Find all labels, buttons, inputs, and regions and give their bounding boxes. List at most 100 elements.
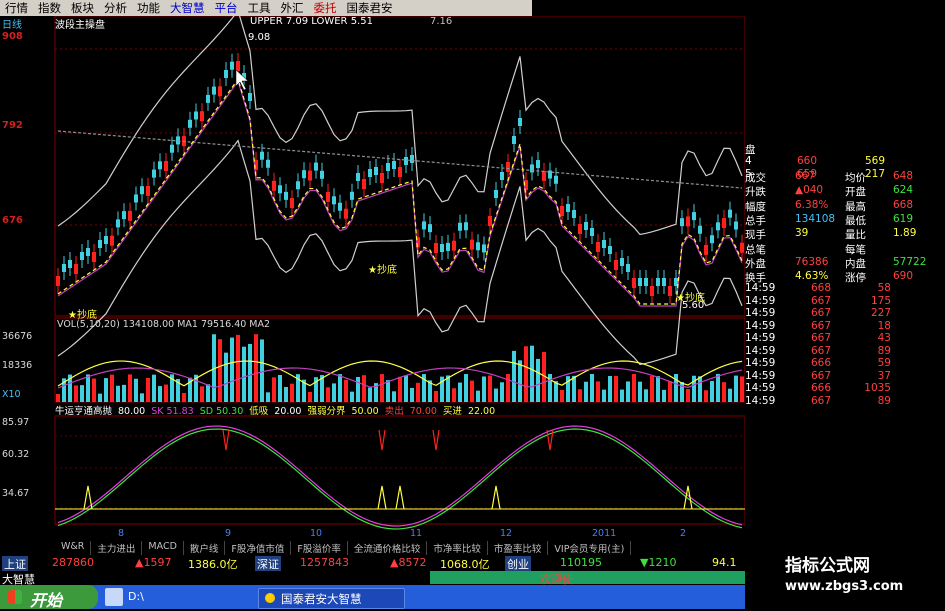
candle-body xyxy=(578,224,582,234)
buy-spike xyxy=(83,485,93,510)
sz-label[interactable]: 深证 xyxy=(255,556,281,572)
osc-sk xyxy=(57,425,743,527)
indicator-values: UPPER 7.09 LOWER 5.51 xyxy=(250,16,373,27)
menu-item-0[interactable]: 行情 xyxy=(0,0,33,16)
volume-bar xyxy=(530,345,534,402)
indicator-tab-7[interactable]: 市净率比较 xyxy=(427,541,488,555)
candle-body xyxy=(284,191,288,200)
menu-item-1[interactable]: 指数 xyxy=(33,0,66,16)
volume-bar xyxy=(218,339,222,402)
volume-bar xyxy=(284,387,288,402)
candle-body xyxy=(62,264,66,272)
sz-change: ▲8572 xyxy=(390,556,427,569)
volume-bar xyxy=(626,381,630,402)
stat-key-1: 幅度 xyxy=(745,200,766,213)
oscillator-header: 牛运亨通高抛 80.00 SK 51.83 SD 50.30 低吸 20.00 强弱分界 50… xyxy=(55,403,501,417)
candle-body xyxy=(734,221,738,230)
volume-bar xyxy=(590,374,594,402)
stat-key-1: 总笔 xyxy=(745,243,766,256)
menu-item-9[interactable]: 委托 xyxy=(309,0,342,16)
menu-item-8[interactable]: 外汇 xyxy=(276,0,309,16)
volume-bar xyxy=(224,352,228,402)
menu-item-5[interactable]: 大智慧 xyxy=(165,0,210,16)
candle-body xyxy=(398,167,402,177)
menu-item-10[interactable]: 国泰君安 xyxy=(342,0,398,16)
tick-time: 14:59 xyxy=(745,294,776,307)
tick-price: 666 xyxy=(811,357,832,369)
sh-label[interactable]: 上证 xyxy=(2,556,28,572)
stat-key-1: 外盘 xyxy=(745,257,766,270)
taskbar-path[interactable]: D:\ xyxy=(128,590,144,603)
volume-bar xyxy=(410,387,414,402)
volume-bar xyxy=(434,390,438,402)
tick-time: 14:59 xyxy=(745,282,776,294)
tick-time: 14:59 xyxy=(745,307,776,319)
volume-bar xyxy=(524,346,528,402)
period-label[interactable]: 日线 xyxy=(2,16,22,31)
kline-chart[interactable] xyxy=(0,9,746,541)
indicator-tab-4[interactable]: F股净值市值 xyxy=(225,541,292,555)
volume-bar xyxy=(710,380,714,402)
stat-val-1: 76386 xyxy=(795,255,829,268)
candle-body xyxy=(386,163,390,171)
candle-body xyxy=(482,244,486,253)
watermark-title: 指标公式网 xyxy=(785,556,870,576)
buy-spike xyxy=(395,485,405,510)
sell-spike xyxy=(378,429,386,451)
taskbar-window-button[interactable]: 国泰君安大智慧 xyxy=(258,588,405,609)
candle-body xyxy=(224,70,228,78)
candle-body xyxy=(332,196,336,205)
indicator-tab-9[interactable]: VIP会员专用(主) xyxy=(548,541,632,555)
cy-label[interactable]: 创业 xyxy=(505,556,531,572)
stat-key-2: 最高 xyxy=(845,200,866,213)
tick-price: 667 xyxy=(811,344,832,357)
stat-val-1: 4.63% xyxy=(795,270,829,283)
start-label: 开始 xyxy=(30,591,63,610)
indicator-tab-0[interactable]: W&R xyxy=(55,541,92,555)
quick-launch-icon[interactable] xyxy=(105,588,123,606)
candle-body xyxy=(632,278,636,288)
indicator-tab-1[interactable]: 主力进出 xyxy=(91,541,143,555)
candle-body xyxy=(584,222,588,230)
candle-body xyxy=(110,235,114,246)
candle-body xyxy=(212,86,216,95)
indicator-tab-5[interactable]: F股溢价率 xyxy=(291,541,348,555)
y-label-908: 908 xyxy=(2,31,23,42)
indicator-tab-2[interactable]: MACD xyxy=(142,541,184,555)
osc-sd xyxy=(57,428,743,530)
menu-item-4[interactable]: 功能 xyxy=(132,0,165,16)
volume-bar xyxy=(500,382,504,402)
menu-item-2[interactable]: 板块 xyxy=(66,0,99,16)
volume-bar xyxy=(614,375,618,402)
volume-bar xyxy=(596,381,600,402)
indicator-tab-6[interactable]: 全流通价格比较 xyxy=(348,541,428,555)
menu-item-3[interactable]: 分析 xyxy=(99,0,132,16)
candle-body xyxy=(458,222,462,231)
stat-key-2: 均价 xyxy=(845,172,866,184)
candle-body xyxy=(554,175,558,184)
stat-key-2: 内盘 xyxy=(845,257,866,270)
chart-area[interactable]: 日线 波段主操盘 UPPER 7.09 LOWER 5.51 7.16 9.08… xyxy=(0,9,746,541)
stat-key-1: 成交 xyxy=(745,172,766,184)
stat-key-1: 总手 xyxy=(745,214,766,227)
buy-spike xyxy=(491,485,501,510)
start-button[interactable]: 开始 xyxy=(0,585,98,610)
osc-value-2: SD 50.30 xyxy=(199,406,244,417)
volume-bar xyxy=(266,392,270,402)
tick-price: 667 xyxy=(811,332,832,344)
indicator-tab-8[interactable]: 市盈率比较 xyxy=(488,541,549,555)
volume-bar xyxy=(236,334,240,402)
volume-bar xyxy=(722,382,726,402)
candle-body xyxy=(500,172,504,180)
indicator-tab-3[interactable]: 散户线 xyxy=(184,541,226,555)
candle-body xyxy=(68,260,72,268)
candle-body xyxy=(320,170,324,179)
menu-item-6[interactable]: 平台 xyxy=(210,0,243,16)
candle-body xyxy=(692,212,696,221)
candle-body xyxy=(170,144,174,153)
stat-val-2: 619 xyxy=(893,212,914,225)
menu-item-7[interactable]: 工具 xyxy=(243,0,276,16)
volume-bar xyxy=(404,375,408,402)
vol-y-2: 18336 xyxy=(2,360,33,371)
candle-body xyxy=(368,169,372,177)
